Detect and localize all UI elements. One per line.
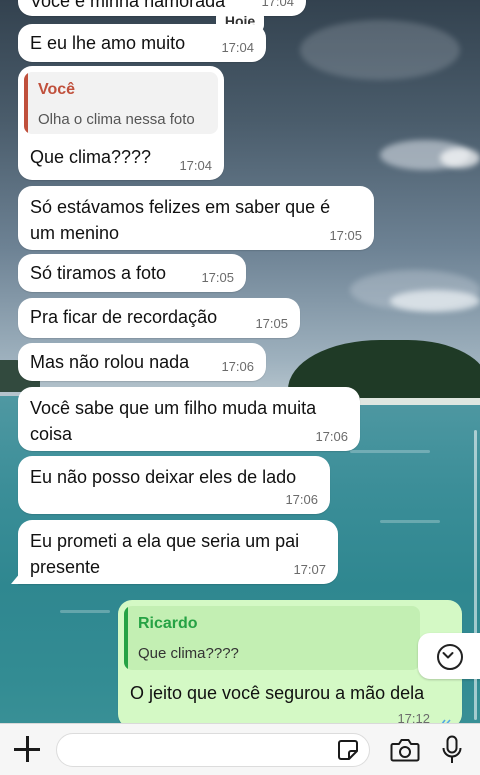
- scrollbar[interactable]: [474, 430, 477, 720]
- quoted-message[interactable]: Ricardo Que clima????: [124, 606, 420, 670]
- message-bubble-incoming[interactable]: Só tiramos a foto 17:05: [18, 254, 246, 292]
- bubble-tail: [11, 572, 21, 584]
- message-text: Pra ficar de recordação: [30, 307, 218, 327]
- message-bubble-incoming[interactable]: Eu não posso deixar eles de lado 17:06: [18, 456, 330, 514]
- message-input[interactable]: [56, 733, 370, 767]
- message-time: 17:06: [221, 359, 254, 374]
- message-text: Eu não posso deixar eles de lado: [30, 467, 297, 487]
- quoted-text: Olha o clima nessa foto: [38, 111, 195, 128]
- message-bubble-incoming[interactable]: Pra ficar de recordação 17:05: [18, 298, 300, 338]
- quoted-message[interactable]: Você Olha o clima nessa foto: [24, 72, 218, 134]
- camera-icon[interactable]: [390, 737, 420, 763]
- message-text: Mas não rolou nada: [30, 352, 190, 372]
- message-text: O jeito que você segurou a mão dela: [130, 683, 425, 703]
- message-time: 17:04: [221, 40, 254, 55]
- message-time: 17:05: [201, 270, 234, 285]
- message-time: 17:04: [261, 0, 294, 9]
- message-bubble-incoming[interactable]: E eu lhe amo muito 17:04: [18, 24, 266, 62]
- plus-icon[interactable]: [14, 736, 40, 762]
- sticker-icon[interactable]: [336, 738, 360, 762]
- message-time: 17:04: [179, 158, 212, 173]
- message-bubble-incoming[interactable]: Mas não rolou nada 17:06: [18, 343, 266, 381]
- message-bubble-incoming[interactable]: Você Olha o clima nessa foto Que clima??…: [18, 66, 224, 180]
- message-time: 17:05: [329, 228, 362, 243]
- message-bubble-outgoing[interactable]: Ricardo Que clima???? O jeito que você s…: [118, 600, 462, 730]
- message-bubble-incoming[interactable]: Você sabe que um filho muda muita coisa …: [18, 387, 360, 451]
- message-text: E eu lhe amo muito: [30, 33, 186, 53]
- message-time: 17:06: [315, 429, 348, 444]
- scroll-to-bottom-button[interactable]: [418, 633, 480, 679]
- message-time: 17:05: [255, 316, 288, 331]
- message-text: Só estávamos felizes em saber que é um m…: [30, 197, 331, 243]
- message-bubble-incoming[interactable]: Eu prometi a ela que seria um pai presen…: [11, 520, 338, 584]
- chevron-down-icon: [437, 644, 463, 670]
- microphone-icon[interactable]: [441, 735, 463, 765]
- composer-bar: [0, 723, 480, 775]
- message-text: Você sabe que um filho muda muita coisa: [30, 398, 317, 444]
- quoted-author: Ricardo: [138, 615, 198, 632]
- message-text: Eu prometi a ela que seria um pai presen…: [30, 531, 300, 577]
- message-time: 17:06: [285, 492, 318, 507]
- quoted-author: Você: [38, 81, 76, 98]
- message-time: 17:07: [293, 562, 326, 577]
- message-bubble-incoming[interactable]: Só estávamos felizes em saber que é um m…: [18, 186, 374, 250]
- quoted-text: Que clima????: [138, 645, 239, 662]
